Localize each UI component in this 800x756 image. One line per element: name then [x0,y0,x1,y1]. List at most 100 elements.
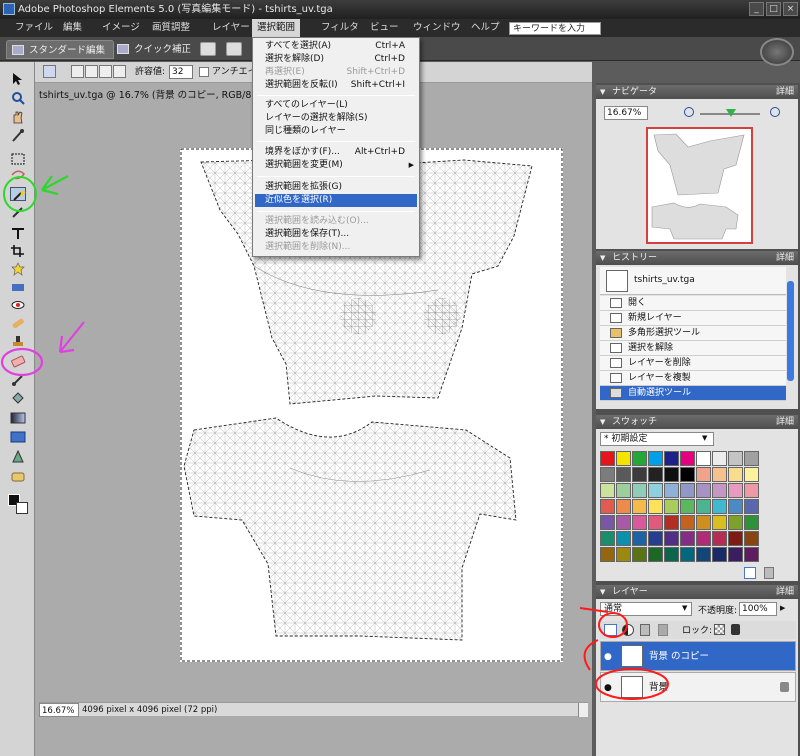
color-swatch[interactable] [712,483,727,498]
new-selection-icon[interactable] [71,65,84,78]
color-swatch[interactable] [696,467,711,482]
adjustment-layer-icon[interactable] [622,624,634,636]
lock-transparency-icon[interactable] [714,624,725,635]
link-icon[interactable] [658,624,668,636]
color-swatch[interactable] [680,547,695,562]
opacity-arrow-icon[interactable]: ▶ [780,604,785,612]
menu-file[interactable]: ファイル [10,19,58,37]
tab-quick-fix[interactable]: クイック補正 [112,40,199,59]
color-swatch[interactable] [696,515,711,530]
history-step[interactable]: 選択を解除 [600,341,786,356]
color-swatch[interactable] [680,467,695,482]
color-swatch[interactable] [616,451,631,466]
menu-select[interactable]: 選択範囲 [252,19,301,37]
color-swatch[interactable] [616,467,631,482]
blur-tool-icon[interactable] [10,449,26,464]
menu-item-deselect-layers[interactable]: レイヤーの選択を解除(S) [255,112,417,125]
layers-panel-header[interactable]: ▼ レイヤー 詳細 [596,585,798,599]
color-swatch[interactable] [712,547,727,562]
navigator-thumbnail[interactable] [646,127,753,244]
color-swatch[interactable] [728,451,743,466]
color-swatch[interactable] [616,483,631,498]
color-swatch[interactable] [712,515,727,530]
menu-item-deselect[interactable]: 選択を解除(D) Ctrl+D [255,53,417,66]
color-swatch[interactable] [680,499,695,514]
color-swatch[interactable] [744,451,759,466]
history-step[interactable]: 開く [600,296,786,311]
clone-stamp-tool-icon[interactable] [10,334,26,348]
menu-window[interactable]: ウィンドウ [408,19,466,37]
color-swatch[interactable] [632,547,647,562]
blend-mode-select[interactable]: 通常 [600,602,692,616]
menu-item-save-selection[interactable]: 選択範囲を保存(T)... [255,228,417,241]
selection-brush-tool-icon[interactable] [10,205,26,219]
background-color-swatch[interactable] [16,502,28,514]
brush-tool-icon[interactable] [10,373,26,387]
menu-item-grow[interactable]: 選択範囲を拡張(G) [255,181,417,194]
history-step[interactable]: レイヤーを削除 [600,356,786,371]
color-swatch[interactable] [728,547,743,562]
menu-edit[interactable]: 編集 [58,19,87,37]
color-swatch[interactable] [648,515,663,530]
healing-brush-tool-icon[interactable] [10,316,26,330]
swatch-preset-select[interactable]: * 初期設定 [600,432,714,446]
color-swatch[interactable] [664,547,679,562]
trash-icon[interactable] [764,567,774,579]
eyedropper-tool-icon[interactable] [10,128,26,142]
color-swatch[interactable] [744,531,759,546]
color-swatch[interactable] [728,467,743,482]
hand-tool-icon[interactable] [10,110,26,124]
navigator-more-button[interactable]: 詳細 [776,85,794,99]
lock-all-icon[interactable] [731,624,740,635]
red-eye-tool-icon[interactable] [10,298,26,312]
color-swatch[interactable] [664,467,679,482]
color-swatch[interactable] [600,451,615,466]
close-button[interactable]: × [783,2,798,16]
layers-more-button[interactable]: 詳細 [776,585,794,599]
zoom-in-icon[interactable] [770,107,780,117]
menu-item-feather[interactable]: 境界をぼかす(F)... Alt+Ctrl+D [255,146,417,159]
color-swatch[interactable] [744,467,759,482]
color-swatch[interactable] [664,499,679,514]
navigator-zoom-field[interactable]: 16.67% [604,106,648,120]
cookie-cutter-tool-icon[interactable] [10,262,26,276]
color-swatch[interactable] [744,515,759,530]
color-swatch[interactable] [696,547,711,562]
trash-icon[interactable] [640,624,650,636]
color-swatch[interactable] [648,467,663,482]
color-swatch[interactable] [616,515,631,530]
navigator-panel-header[interactable]: ▼ ナビゲータ 詳細 [596,85,798,99]
intersect-selection-icon[interactable] [113,65,126,78]
color-swatch[interactable] [632,483,647,498]
eye-icon[interactable]: ● [604,673,612,703]
color-swatch[interactable] [600,531,615,546]
history-step[interactable]: 多角形選択ツール [600,326,786,341]
color-swatch[interactable] [600,499,615,514]
eraser-tool-icon[interactable] [10,354,26,368]
minimize-button[interactable]: _ [749,2,764,16]
color-swatch[interactable] [600,467,615,482]
color-swatch[interactable] [696,451,711,466]
history-panel-header[interactable]: ▼ ヒストリー 詳細 [596,251,798,265]
color-swatch[interactable] [696,483,711,498]
menu-help[interactable]: ヘルプ [466,19,505,37]
status-bar-scroll-arrow[interactable] [578,703,588,717]
history-more-button[interactable]: 詳細 [776,251,794,265]
swatches-more-button[interactable]: 詳細 [776,415,794,429]
menu-image[interactable]: イメージ [97,19,145,37]
tolerance-input[interactable]: 32 [169,65,193,79]
swatches-panel-header[interactable]: ▼ スウォッチ 詳細 [596,415,798,429]
new-layer-icon[interactable] [604,624,617,636]
color-swatch[interactable] [632,531,647,546]
history-step[interactable]: レイヤーを複製 [600,371,786,386]
color-swatch[interactable] [744,483,759,498]
zoom-out-icon[interactable] [684,107,694,117]
lasso-tool-icon[interactable] [10,168,26,182]
menu-item-all-layers[interactable]: すべてのレイヤー(L) [255,99,417,112]
color-swatch[interactable] [600,547,615,562]
color-swatch[interactable] [632,515,647,530]
shape-tool-icon[interactable] [10,430,26,444]
menu-filter[interactable]: フィルタ [316,19,364,37]
maximize-button[interactable]: □ [766,2,781,16]
tab-standard-edit[interactable]: スタンダード編集 [6,40,115,59]
